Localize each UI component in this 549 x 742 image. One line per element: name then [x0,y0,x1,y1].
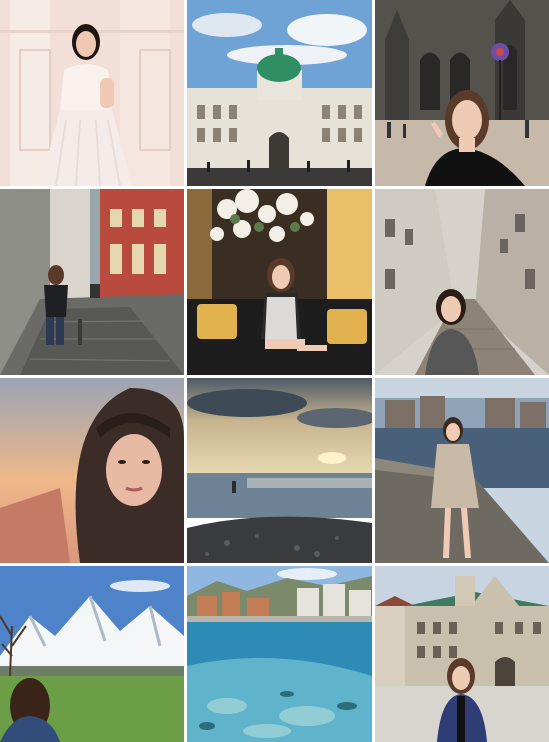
tile-hooded-selfie[interactable] [0,378,184,563]
photo-grid [0,0,549,742]
hooded-selfie-image [0,378,184,563]
tile-riverside-pose[interactable] [375,378,549,563]
tile-portrait-white-dress[interactable] [0,0,184,186]
tile-gothic-cathedral-selfie[interactable] [375,0,549,186]
tile-baroque-square[interactable] [375,566,549,742]
gothic-cathedral-selfie-image [375,0,549,186]
tile-cobblestone-street[interactable] [0,189,184,375]
baroque-square-image [375,566,549,742]
palace-green-dome-image [187,0,372,186]
cobblestone-street-image [0,189,184,375]
sunset-sea-image [187,378,372,563]
tile-snowy-mountains[interactable] [0,566,184,742]
tile-lounge-flowers[interactable] [187,189,372,375]
lounge-flowers-image [187,189,372,375]
riverside-pose-image [375,378,549,563]
snowy-mountains-image [0,566,184,742]
portrait-white-dress-image [0,0,184,186]
tile-sunset-sea[interactable] [187,378,372,563]
turquoise-lake-image [187,566,372,742]
tile-palace-green-dome[interactable] [187,0,372,186]
narrow-alley-image [375,189,549,375]
tile-narrow-alley[interactable] [375,189,549,375]
tile-turquoise-lake[interactable] [187,566,372,742]
